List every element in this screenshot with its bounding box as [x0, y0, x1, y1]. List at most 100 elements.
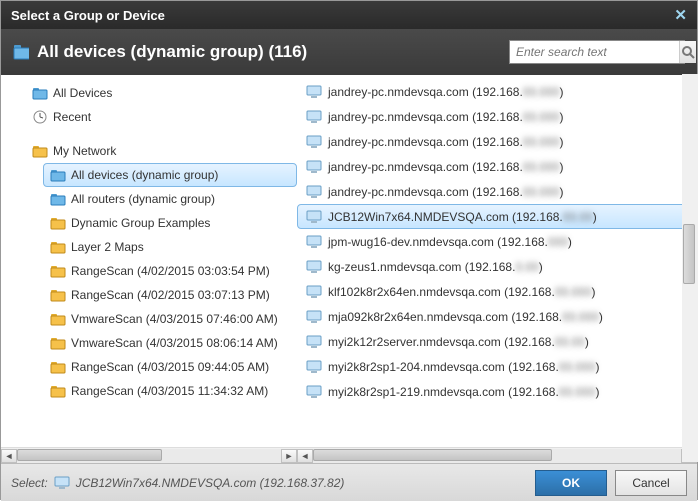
device-row[interactable]: klf102k8r2x64en.nmdevsqa.com (192.168.00…: [297, 279, 689, 304]
device-row[interactable]: jpm-wug16-dev.nmdevsqa.com (192.168.000): [297, 229, 689, 254]
device-row[interactable]: myi2k12r2server.nmdevsqa.com (192.168.00…: [297, 329, 689, 354]
subheader: All devices (dynamic group) (116): [1, 29, 697, 75]
device-name: klf102k8r2x64en.nmdevsqa.com (192.168.00…: [328, 285, 596, 299]
folder-icon: [50, 191, 66, 207]
tree-label: All routers (dynamic group): [71, 192, 215, 206]
device-icon: [306, 109, 322, 125]
device-icon: [306, 334, 322, 350]
device-icon: [306, 384, 322, 400]
device-name: jandrey-pc.nmdevsqa.com (192.168.00.000): [328, 185, 563, 199]
device-icon: [54, 475, 70, 491]
tree-item[interactable]: RangeScan (4/03/2015 11:34:32 AM): [43, 379, 297, 403]
device-row[interactable]: jandrey-pc.nmdevsqa.com (192.168.00.000): [297, 104, 689, 129]
titlebar: Select a Group or Device ✕: [1, 1, 697, 29]
folder-icon: [50, 311, 66, 327]
device-row[interactable]: JCB12Win7x64.NMDEVSQA.com (192.168.00.00…: [297, 204, 689, 229]
tree-item[interactable]: Layer 2 Maps: [43, 235, 297, 259]
device-row[interactable]: kg-zeus1.nmdevsqa.com (192.168.0.00): [297, 254, 689, 279]
device-name: JCB12Win7x64.NMDEVSQA.com (192.168.00.00…: [328, 210, 597, 224]
cancel-button[interactable]: Cancel: [615, 470, 687, 496]
device-name: jandrey-pc.nmdevsqa.com (192.168.00.000): [328, 110, 563, 124]
folder-icon: [50, 383, 66, 399]
tree-item[interactable]: RangeScan (4/03/2015 09:44:05 AM): [43, 355, 297, 379]
folder-icon: [32, 143, 48, 159]
footer: Select: JCB12Win7x64.NMDEVSQA.com (192.1…: [1, 463, 697, 501]
device-icon: [306, 209, 322, 225]
device-row[interactable]: jandrey-pc.nmdevsqa.com (192.168.00.000): [297, 79, 689, 104]
tree-item[interactable]: All routers (dynamic group): [43, 187, 297, 211]
device-icon: [306, 134, 322, 150]
folder-icon: [50, 167, 66, 183]
tree-label: All Devices: [53, 86, 112, 100]
tree-label: My Network: [53, 144, 116, 158]
device-row[interactable]: jandrey-pc.nmdevsqa.com (192.168.00.000): [297, 179, 689, 204]
tree-item[interactable]: VmwareScan (4/03/2015 07:46:00 AM): [43, 307, 297, 331]
tree-label: Layer 2 Maps: [71, 240, 144, 254]
folder-icon: [50, 239, 66, 255]
tree-label: RangeScan (4/03/2015 09:44:05 AM): [71, 360, 269, 374]
tree-label: RangeScan (4/02/2015 03:07:13 PM): [71, 288, 270, 302]
device-icon: [306, 284, 322, 300]
folder-icon: [32, 85, 48, 101]
folder-icon: [50, 287, 66, 303]
tree-label: RangeScan (4/03/2015 11:34:32 AM): [71, 384, 268, 398]
search-input[interactable]: [510, 45, 679, 59]
device-name: jpm-wug16-dev.nmdevsqa.com (192.168.000): [328, 235, 572, 249]
ok-button[interactable]: OK: [535, 470, 607, 496]
list-pane: jandrey-pc.nmdevsqa.com (192.168.00.000)…: [297, 75, 697, 463]
selection-display: Select: JCB12Win7x64.NMDEVSQA.com (192.1…: [11, 475, 344, 491]
tree-item[interactable]: Recent: [25, 105, 297, 129]
select-label: Select:: [11, 476, 48, 490]
tree-pane: All Devices Recent My Network All devices (…: [1, 75, 297, 463]
selected-device-text: JCB12Win7x64.NMDEVSQA.com (192.168.37.82…: [76, 476, 345, 490]
device-name: jandrey-pc.nmdevsqa.com (192.168.00.000): [328, 135, 563, 149]
tree-label: Dynamic Group Examples: [71, 216, 210, 230]
tree-label: Recent: [53, 110, 91, 124]
search-button[interactable]: [679, 41, 696, 63]
tree-label: All devices (dynamic group): [71, 168, 218, 182]
vscrollbar[interactable]: [682, 74, 698, 462]
folder-icon: [50, 359, 66, 375]
device-name: myi2k8r2sp1-204.nmdevsqa.com (192.168.00…: [328, 360, 600, 374]
device-row[interactable]: myi2k8r2sp1-219.nmdevsqa.com (192.168.00…: [297, 379, 689, 404]
tree-label: RangeScan (4/02/2015 03:03:54 PM): [71, 264, 270, 278]
device-name: kg-zeus1.nmdevsqa.com (192.168.0.00): [328, 260, 543, 274]
device-name: myi2k8r2sp1-219.nmdevsqa.com (192.168.00…: [328, 385, 600, 399]
device-icon: [306, 84, 322, 100]
tree-item[interactable]: RangeScan (4/02/2015 03:03:54 PM): [43, 259, 297, 283]
device-name: myi2k12r2server.nmdevsqa.com (192.168.00…: [328, 335, 589, 349]
device-name: jandrey-pc.nmdevsqa.com (192.168.00.000): [328, 85, 563, 99]
device-row[interactable]: jandrey-pc.nmdevsqa.com (192.168.00.000): [297, 129, 689, 154]
tree-item[interactable]: Dynamic Group Examples: [43, 211, 297, 235]
left-hscrollbar[interactable]: ◄►: [1, 447, 297, 463]
right-hscrollbar[interactable]: ◄►: [297, 447, 697, 463]
device-icon: [306, 159, 322, 175]
device-icon: [306, 234, 322, 250]
device-row[interactable]: mja092k8r2x64en.nmdevsqa.com (192.168.00…: [297, 304, 689, 329]
device-name: mja092k8r2x64en.nmdevsqa.com (192.168.00…: [328, 310, 603, 324]
main: All Devices Recent My Network All devices (…: [1, 75, 697, 463]
folder-icon: [50, 215, 66, 231]
window-title: Select a Group or Device: [11, 8, 165, 23]
device-row[interactable]: jandrey-pc.nmdevsqa.com (192.168.00.000): [297, 154, 689, 179]
device-icon: [306, 259, 322, 275]
group-icon: [13, 44, 29, 60]
subheader-title: All devices (dynamic group) (116): [13, 42, 307, 62]
close-icon[interactable]: ✕: [674, 6, 687, 24]
tree-item[interactable]: RangeScan (4/02/2015 03:07:13 PM): [43, 283, 297, 307]
search-box: [509, 40, 685, 64]
folder-icon: [50, 335, 66, 351]
subheader-label: All devices (dynamic group) (116): [37, 42, 307, 62]
tree-label: VmwareScan (4/03/2015 08:06:14 AM): [71, 336, 278, 350]
device-icon: [306, 184, 322, 200]
tree-item[interactable]: All devices (dynamic group): [43, 163, 297, 187]
tree-root[interactable]: My Network: [25, 139, 297, 163]
search-icon: [680, 44, 696, 60]
device-icon: [306, 309, 322, 325]
device-name: jandrey-pc.nmdevsqa.com (192.168.00.000): [328, 160, 563, 174]
tree-item[interactable]: VmwareScan (4/03/2015 08:06:14 AM): [43, 331, 297, 355]
device-row[interactable]: myi2k8r2sp1-204.nmdevsqa.com (192.168.00…: [297, 354, 689, 379]
folder-icon: [50, 263, 66, 279]
tree-item[interactable]: All Devices: [25, 81, 297, 105]
tree-label: VmwareScan (4/03/2015 07:46:00 AM): [71, 312, 278, 326]
